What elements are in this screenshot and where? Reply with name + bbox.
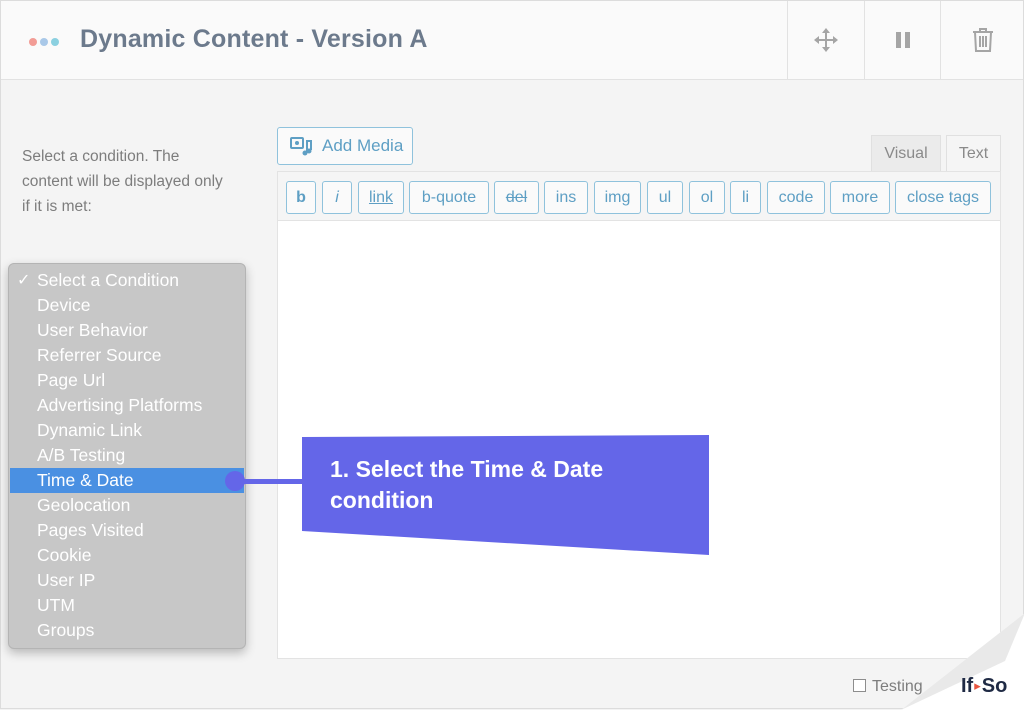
- code-button[interactable]: code: [767, 181, 825, 214]
- ul-button[interactable]: ul: [647, 181, 683, 214]
- pause-icon: [896, 32, 910, 48]
- condition-description: Select a condition. The content will be …: [22, 148, 223, 215]
- close-tags-button[interactable]: close tags: [895, 181, 991, 214]
- add-media-button[interactable]: Add Media: [277, 127, 413, 165]
- more-button[interactable]: more: [830, 181, 890, 214]
- option-groups[interactable]: Groups: [9, 618, 245, 643]
- option-select-a-condition[interactable]: ✓ Select a Condition: [9, 268, 245, 293]
- option-referrer-source[interactable]: Referrer Source: [9, 343, 245, 368]
- media-icon: [290, 137, 312, 156]
- trash-icon: [972, 28, 993, 52]
- option-advertising-platforms[interactable]: Advertising Platforms: [9, 393, 245, 418]
- panel-header: Dynamic Content - Version A: [1, 1, 1023, 80]
- tab-text[interactable]: Text: [946, 135, 1001, 171]
- option-dynamic-link[interactable]: Dynamic Link: [9, 418, 245, 443]
- panel-title: Dynamic Content - Version A: [80, 25, 428, 53]
- option-geolocation[interactable]: Geolocation: [9, 493, 245, 518]
- del-button[interactable]: del: [494, 181, 539, 214]
- italic-button[interactable]: i: [322, 181, 352, 214]
- tab-visual[interactable]: Visual: [871, 135, 941, 171]
- option-label: Select a Condition: [37, 270, 180, 290]
- blockquote-button[interactable]: b-quote: [409, 181, 489, 214]
- ins-button[interactable]: ins: [544, 181, 588, 214]
- option-utm[interactable]: UTM: [9, 593, 245, 618]
- testing-label: Testing: [872, 678, 923, 695]
- logo-so: So: [981, 675, 1008, 697]
- move-arrows-icon: [814, 28, 838, 52]
- link-button[interactable]: link: [358, 181, 404, 214]
- pause-button[interactable]: [864, 1, 941, 79]
- dynamic-content-panel: Dynamic Content - Version A Select a con…: [0, 0, 1024, 710]
- img-button[interactable]: img: [594, 181, 641, 214]
- callout-connector-line: [235, 479, 305, 484]
- bold-button[interactable]: b: [286, 181, 316, 214]
- option-user-ip[interactable]: User IP: [9, 568, 245, 593]
- testing-checkbox[interactable]: Testing: [853, 678, 923, 696]
- checkbox-icon: [853, 679, 866, 692]
- quicktags-toolbar: b i link b-quote del ins img ul ol li co…: [277, 171, 1001, 221]
- move-button[interactable]: [787, 1, 864, 79]
- ol-button[interactable]: ol: [689, 181, 725, 214]
- ifso-logo: If▸So: [961, 675, 1007, 698]
- option-user-behavior[interactable]: User Behavior: [9, 318, 245, 343]
- add-media-label: Add Media: [322, 136, 404, 155]
- version-dots: [29, 38, 59, 46]
- delete-button[interactable]: [940, 1, 1024, 79]
- dot-2: [40, 38, 48, 46]
- callout-connector-dot: [225, 471, 245, 491]
- logo-arrow-icon: ▸: [974, 678, 981, 693]
- condition-dropdown[interactable]: ✓ Select a Condition Device User Behavio…: [8, 263, 246, 649]
- option-device[interactable]: Device: [9, 293, 245, 318]
- option-ab-testing[interactable]: A/B Testing: [9, 443, 245, 468]
- li-button[interactable]: li: [730, 181, 761, 214]
- option-cookie[interactable]: Cookie: [9, 543, 245, 568]
- dot-3: [51, 38, 59, 46]
- option-page-url[interactable]: Page Url: [9, 368, 245, 393]
- logo-if: If: [961, 675, 974, 697]
- option-pages-visited[interactable]: Pages Visited: [9, 518, 245, 543]
- dot-1: [29, 38, 37, 46]
- callout-text: 1. Select the Time & Date condition: [330, 456, 604, 513]
- option-time-and-date[interactable]: Time & Date: [10, 468, 244, 493]
- checkmark-icon: ✓: [17, 272, 31, 289]
